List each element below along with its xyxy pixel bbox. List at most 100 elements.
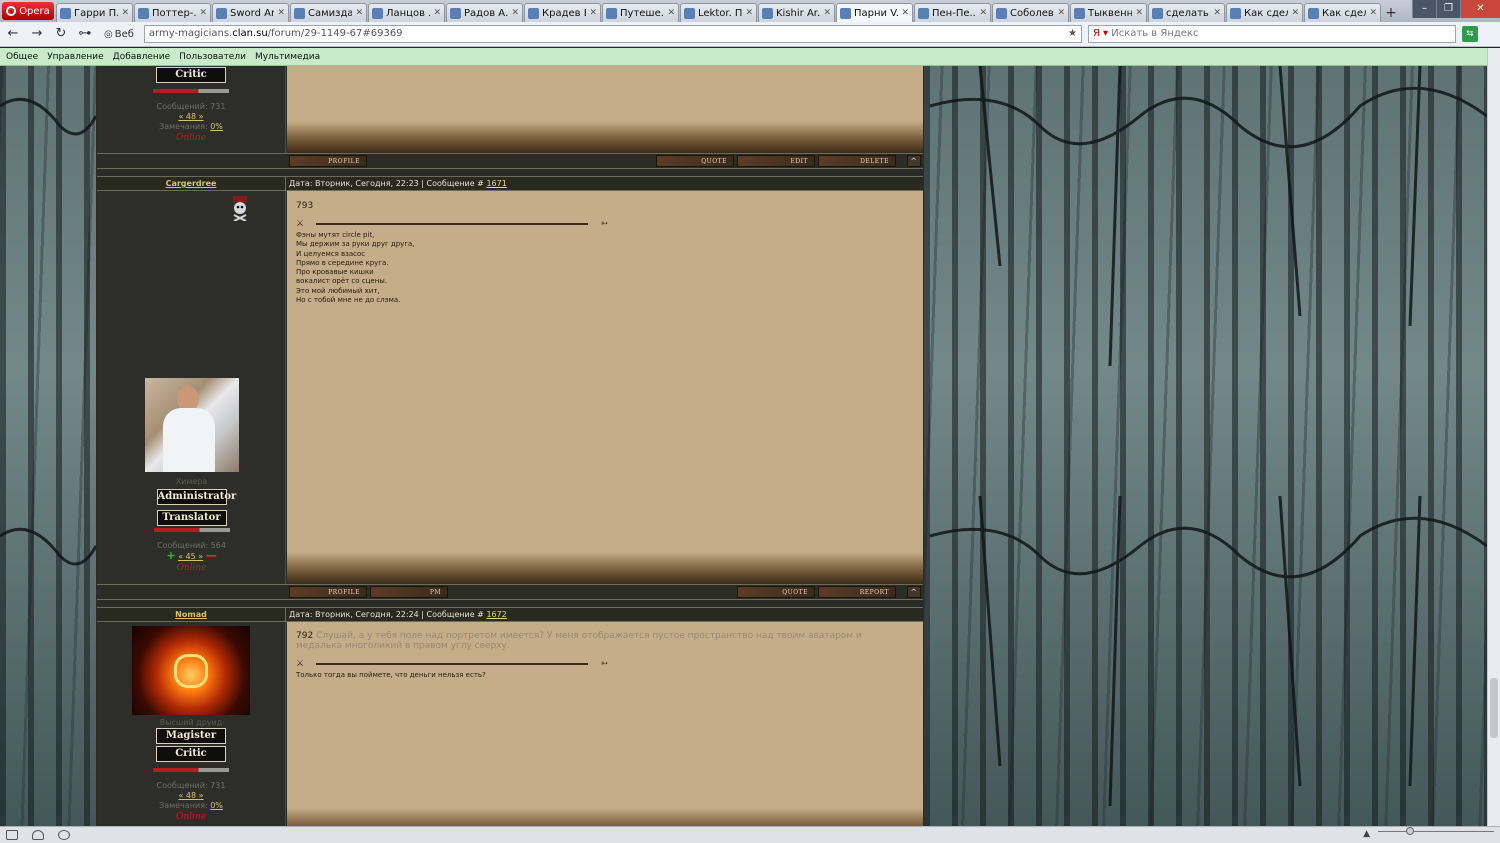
close-tab-icon[interactable]: ✕	[1291, 8, 1299, 18]
close-tab-icon[interactable]: ✕	[199, 8, 207, 18]
close-tab-icon[interactable]: ✕	[589, 8, 597, 18]
browser-tab[interactable]: Путеше...✕	[602, 3, 679, 22]
close-tab-icon[interactable]: ✕	[511, 8, 519, 18]
maximize-button[interactable]: ❐	[1436, 0, 1460, 18]
close-tab-icon[interactable]: ✕	[433, 8, 441, 18]
opera-menu-button[interactable]: Opera	[2, 2, 54, 20]
post-date: Дата: Вторник, Сегодня, 22:23 | Сообщени…	[289, 179, 484, 188]
menu-item-multimedia[interactable]: Мультимедиа	[255, 52, 320, 62]
browser-tab[interactable]: Sword Ar...✕	[212, 3, 289, 22]
tab-favicon-icon	[1074, 7, 1085, 19]
edit-button[interactable]: EDIT	[737, 155, 815, 167]
browser-tab[interactable]: Lektor. П...✕	[680, 3, 757, 22]
forward-icon[interactable]: →	[28, 25, 46, 43]
url-prefix: army-magicians.	[148, 28, 233, 39]
reload-icon[interactable]: ↻	[52, 25, 70, 43]
user-title: Химера	[175, 477, 208, 486]
post-header: Cargerdree Дата: Вторник, Сегодня, 22:23…	[97, 176, 923, 191]
close-window-button[interactable]: ✕	[1460, 0, 1500, 18]
browser-tab[interactable]: Гарри П...✕	[56, 3, 133, 22]
close-tab-icon[interactable]: ✕	[979, 8, 987, 18]
signature-line: Фэны мутят circle pit,	[296, 231, 375, 239]
reputation-link[interactable]: « 48 »	[97, 791, 285, 801]
close-tab-icon[interactable]: ✕	[823, 8, 831, 18]
browser-tab[interactable]: Самизда...✕	[290, 3, 367, 22]
tab-favicon-icon	[762, 7, 773, 19]
close-tab-icon[interactable]: ✕	[355, 8, 363, 18]
pm-button[interactable]: PM	[370, 586, 448, 598]
warnings-value[interactable]: 0%	[210, 801, 223, 810]
post-author-link[interactable]: Nomad	[97, 608, 286, 621]
minimize-button[interactable]: –	[1412, 0, 1436, 18]
quote-button[interactable]: QUOTE	[737, 586, 815, 598]
browser-tab[interactable]: Соболев...✕	[992, 3, 1069, 22]
scroll-top-icon[interactable]: ^	[907, 586, 921, 598]
tab-title: Lektor. П...	[698, 7, 743, 19]
browser-tab[interactable]: сделать ...✕	[1148, 3, 1225, 22]
key-icon[interactable]: ⊶	[76, 25, 94, 43]
bookmark-star-icon[interactable]: ★	[1068, 28, 1077, 40]
quote-button[interactable]: QUOTE	[656, 155, 734, 167]
plus-reputation-icon[interactable]: +	[166, 549, 175, 562]
close-tab-icon[interactable]: ✕	[901, 8, 909, 18]
post-number-link[interactable]: 1671	[486, 179, 506, 188]
browser-tab[interactable]: Тыквенн...✕	[1070, 3, 1147, 22]
close-tab-icon[interactable]: ✕	[1135, 8, 1143, 18]
minus-reputation-icon[interactable]: —	[206, 549, 217, 562]
close-tab-icon[interactable]: ✕	[1213, 8, 1221, 18]
post-author-link[interactable]: Cargerdree	[97, 177, 286, 190]
browser-tab[interactable]: Радов А...✕	[446, 3, 523, 22]
search-field[interactable]: Я ▾ Искать в Яндекс	[1087, 25, 1456, 43]
post-number-link[interactable]: 1672	[486, 610, 506, 619]
browser-tab[interactable]: Как сдел...✕	[1304, 3, 1381, 22]
browser-tab[interactable]: Ланцов ...✕	[368, 3, 445, 22]
close-tab-icon[interactable]: ✕	[277, 8, 285, 18]
signature-line: Только тогда вы поймете, что деньги нель…	[296, 671, 486, 679]
close-tab-icon[interactable]: ✕	[121, 8, 129, 18]
rank-badge-critic: Critic	[156, 746, 226, 762]
browser-tab[interactable]: Как сдел...✕	[1226, 3, 1303, 22]
menu-item-general[interactable]: Общее	[6, 52, 38, 62]
back-icon[interactable]: ←	[4, 25, 22, 43]
report-button[interactable]: REPORT	[818, 586, 896, 598]
browser-tab[interactable]: Крадев В...✕	[524, 3, 601, 22]
web-badge[interactable]: ◎ Веб	[100, 29, 138, 40]
camera-icon[interactable]	[58, 830, 70, 840]
browser-tab[interactable]: Kishir Ar...✕	[758, 3, 835, 22]
user-avatar	[144, 378, 239, 472]
browser-tab[interactable]: Пен-Пе... ✕	[914, 3, 991, 22]
cloud-icon[interactable]	[32, 830, 44, 840]
reputation-value[interactable]: « 48 »	[178, 791, 203, 800]
profile-button[interactable]: PROFILE	[289, 155, 367, 167]
tab-title: Парни V...	[854, 7, 899, 19]
zoom-slider[interactable]	[1378, 827, 1494, 837]
browser-tab[interactable]: Парни V...✕	[836, 3, 913, 22]
scroll-top-icon[interactable]: ^	[907, 155, 921, 167]
reputation-link[interactable]: « 48 »	[97, 112, 285, 122]
menu-item-users[interactable]: Пользователи	[179, 52, 246, 62]
warnings-value[interactable]: 0%	[210, 122, 223, 131]
close-tab-icon[interactable]: ✕	[1369, 8, 1377, 18]
reputation-value[interactable]: « 45 »	[178, 552, 203, 561]
close-tab-icon[interactable]: ✕	[667, 8, 675, 18]
profile-button[interactable]: PROFILE	[289, 586, 367, 598]
rank-badge-translator: Translator	[156, 510, 227, 526]
extension-icon[interactable]: ⇆	[1461, 26, 1478, 42]
signature-line: Это мой любимый хит,	[296, 286, 380, 295]
close-tab-icon[interactable]: ✕	[1057, 8, 1065, 18]
delete-button[interactable]: DELETE	[818, 155, 896, 167]
zoom-slider-knob[interactable]	[1406, 827, 1414, 835]
menu-item-manage[interactable]: Управление	[47, 52, 103, 62]
new-tab-button[interactable]: +	[1382, 4, 1400, 22]
close-tab-icon[interactable]: ✕	[745, 8, 753, 18]
browser-tab[interactable]: Поттер-...✕	[134, 3, 211, 22]
search-placeholder: Искать в Яндекс	[1111, 28, 1199, 39]
page-scrollbar[interactable]	[1487, 48, 1500, 826]
menu-item-add[interactable]: Добавление	[113, 52, 170, 62]
panel-toggle-icon[interactable]	[6, 830, 18, 840]
scrollbar-thumb[interactable]	[1490, 678, 1498, 738]
address-field[interactable]: army-magicians.clan.su/forum/29-1149-67#…	[143, 25, 1082, 43]
online-status: Online	[175, 812, 207, 822]
triangle-up-icon[interactable]: ▲	[1363, 829, 1370, 839]
reputation-value[interactable]: « 48 »	[178, 112, 203, 121]
